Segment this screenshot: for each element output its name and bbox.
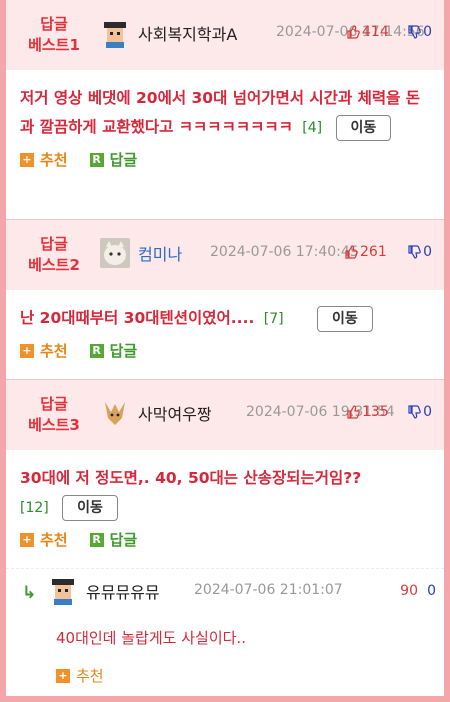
timestamp: 2024-07-06 21:01:07 (194, 582, 343, 598)
reply-arrow-icon: ↳ (22, 583, 37, 603)
upvote-count[interactable]: 261 (344, 244, 387, 260)
thumbs-down-icon (408, 405, 421, 419)
timestamp: 2024-07-06 17:40:45 (210, 244, 359, 260)
upvote-count[interactable]: 90 (400, 583, 418, 599)
reply-icon: R (89, 152, 104, 167)
recommend-label: 추천 (40, 531, 68, 549)
avatar[interactable] (100, 238, 130, 268)
badge-line1: 답글 (40, 15, 68, 33)
recommend-button[interactable]: + 추천 (20, 340, 68, 361)
comment-body: 30대에 저 정도면,. 40, 50대는 산송장되는거임?? [12] 이동 (6, 450, 444, 523)
plus-icon: + (20, 343, 34, 358)
avatar[interactable] (100, 398, 130, 428)
comment-section: 답글 베스트1 사회복지학과A 2024-07-06 17:14:56 414 (6, 0, 444, 696)
move-button[interactable]: 이동 (62, 494, 118, 521)
upvote-count[interactable]: 414 (346, 24, 389, 40)
comment-header: 답글 베스트2 컴미나 2024-07-06 17:40:45 261 0 (6, 220, 444, 290)
best-badge: 답글 베스트1 (14, 14, 94, 56)
recommend-button[interactable]: + 추천 (20, 149, 68, 170)
reply-count: [7] (263, 311, 284, 327)
downvote-count[interactable]: 0 (407, 24, 432, 40)
upvote-value: 414 (362, 24, 389, 40)
reply-count: [12] (20, 500, 49, 516)
nickname[interactable]: 사막여우짱 (138, 401, 212, 425)
comment-actions: + 추천 R 답글 (6, 334, 444, 373)
recommend-button[interactable]: + 추천 (20, 529, 68, 550)
thumbs-up-icon (347, 25, 360, 39)
reply-count: [4] (302, 120, 323, 136)
comment-actions: + 추천 R 답글 (6, 143, 444, 182)
comment-text: 30대에 저 정도면,. 40, 50대는 산송장되는거임?? (20, 469, 362, 487)
reply-icon: R (89, 532, 104, 547)
badge-line2: 베스트2 (28, 256, 80, 274)
thumbs-down-icon (408, 25, 421, 39)
best-badge: 답글 베스트3 (14, 394, 94, 436)
badge-line1: 답글 (40, 235, 68, 253)
downvote-count[interactable]: 0 (407, 244, 432, 260)
downvote-value: 0 (423, 244, 432, 260)
comment-body: 난 20대때부터 30대텐션이였어.... [7] 이동 (6, 290, 444, 334)
comment-header: 답글 베스트1 사회복지학과A 2024-07-06 17:14:56 414 (6, 0, 444, 70)
thumbs-up-icon (345, 245, 358, 259)
downvote-value: 0 (423, 404, 432, 420)
reply-label: 답글 (109, 151, 138, 169)
thumbs-down-icon (408, 245, 421, 259)
nickname[interactable]: 사회복지학과A (138, 21, 237, 45)
nickname[interactable]: 유뮤뮤유뮤 (86, 579, 160, 603)
reply-label: 답글 (109, 342, 138, 360)
best-comment-2: 답글 베스트2 컴미나 2024-07-06 17:40:45 261 0 난 … (6, 220, 444, 380)
reply-button[interactable]: R 답글 (89, 529, 138, 550)
avatar[interactable] (48, 575, 78, 605)
comment-header: 답글 베스트3 사막여우짱 2024-07-06 19:31:54 135 0 (6, 380, 444, 450)
upvote-count[interactable]: 135 (346, 404, 389, 420)
plus-icon: + (56, 668, 70, 683)
nested-reply: ↳ 유뮤뮤유뮤 2024-07-06 21:01:07 90 0 40대인데 놀… (6, 568, 444, 696)
reply-text: 40대인데 놀랍게도 사실이다.. (56, 629, 246, 647)
downvote-count[interactable]: 0 (407, 404, 432, 420)
badge-line1: 답글 (40, 395, 68, 413)
recommend-label: 추천 (40, 151, 68, 169)
avatar[interactable] (100, 18, 130, 48)
recommend-label: 추천 (40, 342, 68, 360)
move-button[interactable]: 이동 (317, 305, 373, 332)
reply-button[interactable]: R 답글 (89, 149, 138, 170)
reply-label: 답글 (109, 531, 138, 549)
downvote-value: 0 (423, 24, 432, 40)
best-comment-1: 답글 베스트1 사회복지학과A 2024-07-06 17:14:56 414 (6, 0, 444, 220)
best-comment-3: 답글 베스트3 사막여우짱 2024-07-06 19:31:54 135 0 (6, 380, 444, 568)
reply-button[interactable]: R 답글 (89, 340, 138, 361)
comment-actions: + 추천 R 답글 (6, 523, 444, 562)
badge-line2: 베스트3 (28, 416, 80, 434)
plus-icon: + (20, 152, 34, 167)
thumbs-up-icon (347, 405, 360, 419)
plus-icon: + (20, 532, 34, 547)
badge-line2: 베스트1 (28, 36, 80, 54)
recommend-label: 추천 (76, 667, 104, 685)
upvote-value: 135 (362, 404, 389, 420)
move-button[interactable]: 이동 (335, 114, 392, 141)
comment-text: 난 20대때부터 30대텐션이였어.... (20, 309, 255, 327)
nickname[interactable]: 컴미나 (138, 241, 182, 265)
comment-body: 저거 영상 베댓에 20에서 30대 넘어가면서 시간과 체력을 돈과 깔끔하게… (6, 70, 444, 143)
recommend-button[interactable]: + 추천 (56, 665, 104, 686)
best-badge: 답글 베스트2 (14, 234, 94, 276)
upvote-value: 261 (360, 244, 387, 260)
reply-icon: R (89, 343, 104, 358)
downvote-count[interactable]: 0 (427, 583, 436, 599)
